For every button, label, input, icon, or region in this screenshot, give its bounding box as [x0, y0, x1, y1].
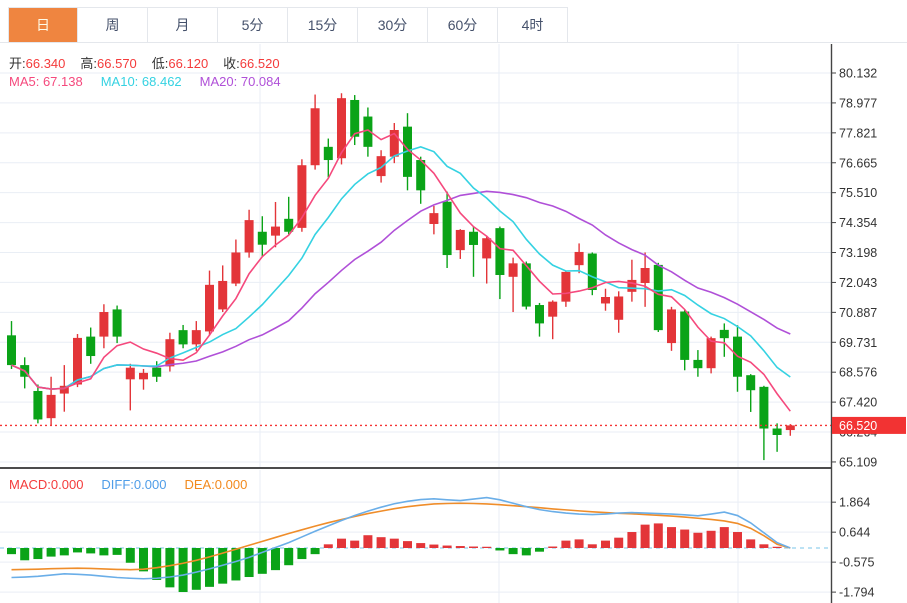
high-value: 66.570 — [97, 56, 137, 71]
low-value: 66.120 — [168, 56, 208, 71]
main-plot-area[interactable] — [0, 44, 831, 467]
ma5-value: MA5: 67.138 — [9, 74, 83, 89]
tab-5min[interactable]: 5分 — [218, 8, 288, 42]
open-value: 66.340 — [26, 56, 66, 71]
macd-readout: MACD:0.000 DIFF:0.000 DEA:0.000 — [9, 477, 247, 492]
close-label: 收: — [223, 56, 240, 71]
dea-value: DEA:0.000 — [184, 477, 247, 492]
high-label: 高: — [80, 56, 97, 71]
kline-page: 80.132 78.977 77.821 76.665 75.510 74.354 73.1… — [0, 0, 907, 603]
tab-4hour[interactable]: 4时 — [498, 8, 568, 42]
low-label: 低: — [152, 56, 169, 71]
ma10-value: MA10: 68.462 — [101, 74, 182, 89]
tab-15min[interactable]: 15分 — [288, 8, 358, 42]
diff-value: DIFF:0.000 — [101, 477, 166, 492]
tab-30min[interactable]: 30分 — [358, 8, 428, 42]
y-axis-tick-label: 76.665 — [839, 156, 877, 170]
kline-chart-svg: 80.132 78.977 77.821 76.665 75.510 74.354 73.1… — [0, 0, 907, 603]
y-axis-tick-label: 74.354 — [839, 216, 877, 230]
tab-week[interactable]: 周 — [78, 8, 148, 42]
current-price-tag: 66.520 — [832, 417, 906, 434]
y-axis-tick-label: 80.132 — [839, 67, 877, 81]
y-axis-tick-label: -0.575 — [839, 556, 874, 570]
y-axis-tick-label: 69.731 — [839, 336, 877, 350]
y-axis-tick-label: 70.887 — [839, 306, 877, 320]
close-value: 66.520 — [240, 56, 280, 71]
ma20-value: MA20: 70.084 — [200, 74, 281, 89]
tabbar-underline — [0, 42, 907, 43]
y-axis-tick-label: 1.864 — [839, 496, 870, 510]
y-axis-tick-label: 73.198 — [839, 246, 877, 260]
y-axis-tick-label: 77.821 — [839, 126, 877, 140]
ohlc-readout: 开:66.340 高:66.570 低:66.120 收:66.520 — [9, 53, 295, 72]
ma-readout: MA5: 67.138 MA10: 68.462 MA20: 70.084 — [9, 74, 281, 89]
tab-month[interactable]: 月 — [148, 8, 218, 42]
y-axis-tick-label: -1.794 — [839, 586, 874, 600]
y-axis-tick-label: 75.510 — [839, 186, 877, 200]
period-tabbar: 日 周 月 5分 15分 30分 60分 4时 — [8, 7, 568, 42]
open-label: 开: — [9, 56, 26, 71]
y-axis-tick-label: 78.977 — [839, 96, 877, 110]
y-axis-tick-label: 67.420 — [839, 396, 877, 410]
tab-60min[interactable]: 60分 — [428, 8, 498, 42]
y-axis: 80.132 78.977 77.821 76.665 75.510 74.354 73.1… — [831, 44, 877, 603]
tab-day[interactable]: 日 — [8, 8, 78, 42]
y-axis-tick-label: 65.109 — [839, 455, 877, 469]
y-axis-tick-label: 0.644 — [839, 526, 870, 540]
y-axis-tick-label: 72.043 — [839, 276, 877, 290]
macd-value: MACD:0.000 — [9, 477, 83, 492]
y-axis-tick-label: 68.576 — [839, 366, 877, 380]
current-price-tag-label: 66.520 — [839, 419, 877, 433]
